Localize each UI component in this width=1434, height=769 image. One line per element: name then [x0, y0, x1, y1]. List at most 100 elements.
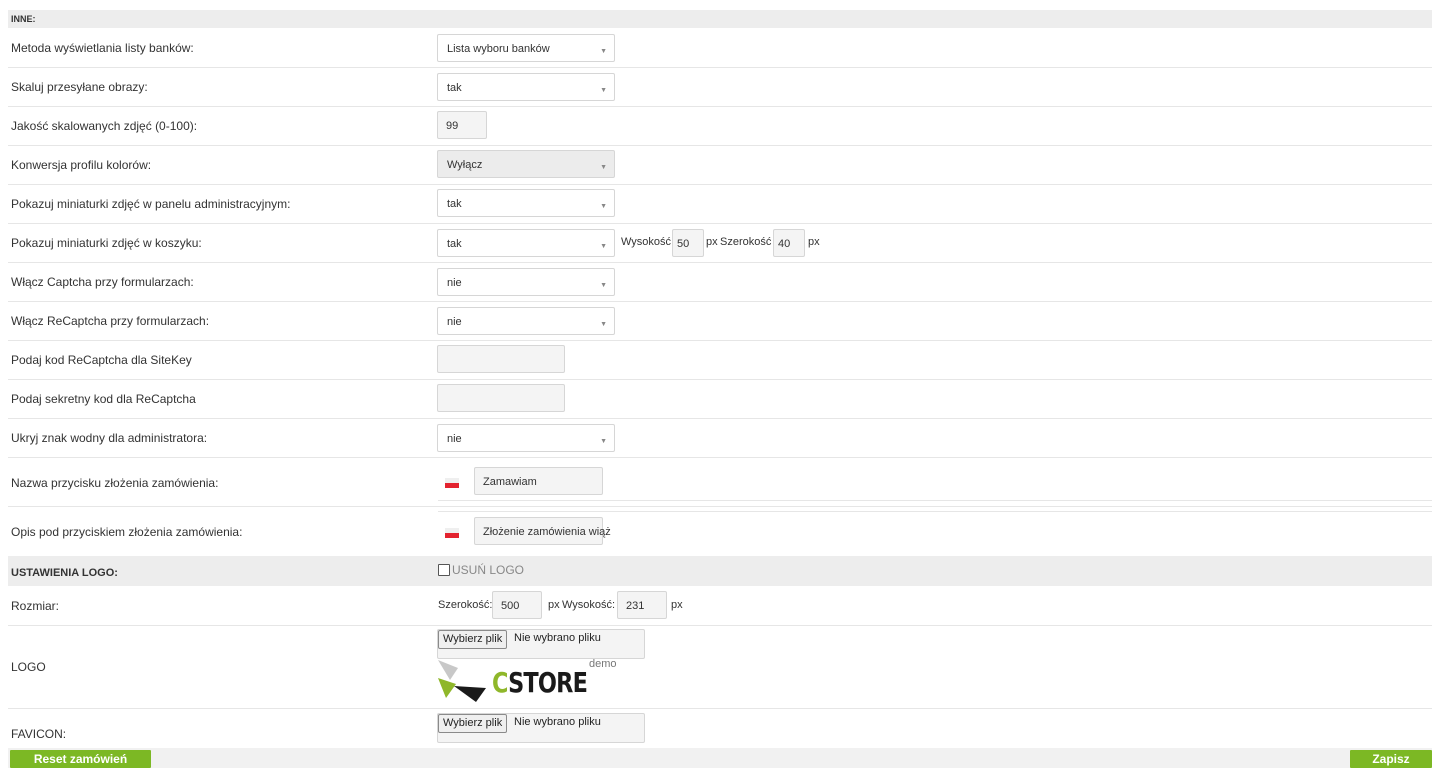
thumb-height-input[interactable]: 50	[672, 229, 704, 257]
recaptcha-secret-input[interactable]	[437, 384, 565, 412]
px-unit: px	[706, 236, 718, 248]
hide-watermark-select[interactable]: nie ▼	[437, 424, 615, 452]
recaptcha-select[interactable]: nie ▼	[437, 307, 615, 335]
input-value: 40	[778, 238, 791, 250]
setting-row-hide-watermark: Ukryj znak wodny dla administratora: nie…	[8, 419, 1432, 458]
divider	[438, 511, 1432, 512]
setting-row-recaptcha-sitekey: Podaj kod ReCaptcha dla SiteKey	[8, 341, 1432, 380]
px-unit: px	[808, 236, 820, 248]
input-value: 99	[446, 120, 459, 132]
setting-label: Podaj sekretny kod dla ReCaptcha	[11, 392, 196, 406]
select-value: Lista wyboru banków	[447, 43, 550, 55]
setting-label: Podaj kod ReCaptcha dla SiteKey	[11, 353, 192, 367]
input-value: Zamawiam	[483, 476, 537, 488]
select-value: tak	[447, 82, 462, 94]
setting-label: Konwersja profilu kolorów:	[11, 158, 152, 172]
scale-images-select[interactable]: tak ▼	[437, 73, 615, 101]
order-button-name-input[interactable]: Zamawiam	[474, 467, 603, 495]
logo-width-label: Szerokość:	[438, 599, 493, 611]
select-value: nie	[447, 316, 462, 328]
setting-row-order-button-name: Nazwa przycisku złożenia zamówienia: Zam…	[8, 458, 1432, 507]
setting-row-logo-size: Rozmiar: Szerokość: 500 px Wysokość: 231…	[8, 587, 1432, 626]
setting-row-order-description: Opis pod przyciskiem złożenia zamówienia…	[8, 507, 1432, 555]
store-logo-wordmark: CSTORE	[492, 666, 588, 699]
save-button[interactable]: Zapisz	[1350, 750, 1432, 768]
setting-label: Jakość skalowanych zdjęć (0-100):	[11, 119, 198, 133]
section-header-inne: INNE:	[8, 10, 1432, 28]
favicon-file-input[interactable]: Wybierz plik Nie wybrano pliku	[437, 713, 645, 743]
polish-flag-icon	[445, 528, 459, 538]
setting-label: Opis pod przyciskiem złożenia zamówienia…	[11, 525, 243, 539]
chevron-down-icon: ▼	[600, 321, 607, 328]
setting-row-bank-list-method: Metoda wyświetlania listy banków: Lista …	[8, 29, 1432, 68]
divider	[438, 500, 1432, 501]
input-value: 231	[626, 600, 645, 612]
chevron-down-icon: ▼	[600, 438, 607, 445]
section-title: USTAWIENIA LOGO:	[11, 567, 118, 579]
logo-height-input[interactable]: 231	[617, 591, 667, 619]
cart-thumbnails-select[interactable]: tak ▼	[437, 229, 615, 257]
logo-height-label: Wysokość:	[562, 599, 616, 611]
reset-orders-button[interactable]: Reset zamówień	[10, 750, 151, 768]
thumb-width-label: Szerokość	[720, 236, 772, 248]
setting-label: Nazwa przycisku złożenia zamówienia:	[11, 476, 219, 490]
section-header-logo: USTAWIENIA LOGO: USUŃ LOGO	[8, 556, 1432, 586]
image-quality-input[interactable]: 99	[437, 111, 487, 139]
bank-list-method-select[interactable]: Lista wyboru banków ▼	[437, 34, 615, 62]
remove-logo-label: USUŃ LOGO	[452, 563, 525, 577]
setting-row-admin-thumbnails: Pokazuj miniaturki zdjęć w panelu admini…	[8, 185, 1432, 224]
setting-row-color-profile: Konwersja profilu kolorów: Wyłącz ▼	[8, 146, 1432, 185]
polish-flag-icon	[445, 478, 459, 488]
chevron-down-icon: ▼	[600, 48, 607, 55]
select-value: Wyłącz	[447, 159, 483, 171]
checkbox-box[interactable]	[438, 564, 450, 576]
logo-width-input[interactable]: 500	[492, 591, 542, 619]
setting-row-recaptcha: Włącz ReCaptcha przy formularzach: nie ▼	[8, 302, 1432, 341]
store-logo-demo: demo	[589, 658, 617, 670]
setting-label: Pokazuj miniaturki zdjęć w koszyku:	[11, 236, 202, 250]
px-unit: px	[548, 599, 560, 611]
input-value: 500	[501, 600, 520, 612]
setting-label: LOGO	[11, 660, 46, 674]
choose-file-button[interactable]: Wybierz plik	[438, 630, 508, 649]
setting-label: Metoda wyświetlania listy banków:	[11, 41, 194, 55]
color-profile-select[interactable]: Wyłącz ▼	[437, 150, 615, 178]
setting-row-cart-thumbnails: Pokazuj miniaturki zdjęć w koszyku: tak …	[8, 224, 1432, 263]
file-status: Nie wybrano pliku	[514, 632, 601, 644]
select-value: tak	[447, 198, 462, 210]
chevron-down-icon: ▼	[600, 243, 607, 250]
remove-logo-checkbox[interactable]: USUŃ LOGO	[438, 563, 524, 577]
setting-row-image-quality: Jakość skalowanych zdjęć (0-100): 99	[8, 107, 1432, 146]
select-value: tak	[447, 238, 462, 250]
order-description-input[interactable]: Złożenie zamówienia wiąż	[474, 517, 611, 545]
px-unit: px	[671, 599, 683, 611]
footer-bar	[8, 748, 1432, 768]
select-value: nie	[447, 277, 462, 289]
store-logo-mark-icon	[438, 660, 486, 702]
setting-row-captcha: Włącz Captcha przy formularzach: nie ▼	[8, 263, 1432, 302]
choose-file-button[interactable]: Wybierz plik	[438, 714, 508, 733]
captcha-select[interactable]: nie ▼	[437, 268, 615, 296]
setting-label: Włącz Captcha przy formularzach:	[11, 275, 194, 289]
admin-thumbnails-select[interactable]: tak ▼	[437, 189, 615, 217]
thumb-width-input[interactable]: 40	[773, 229, 805, 257]
setting-label: Włącz ReCaptcha przy formularzach:	[11, 314, 210, 328]
setting-label: Skaluj przesyłane obrazy:	[11, 80, 148, 94]
thumb-height-label: Wysokość	[621, 236, 672, 248]
setting-label: FAVICON:	[11, 727, 67, 741]
chevron-down-icon: ▼	[600, 203, 607, 210]
section-title: INNE:	[11, 14, 36, 24]
setting-row-logo: LOGO Wybierz plik Nie wybrano pliku	[8, 626, 1432, 709]
chevron-down-icon: ▼	[600, 87, 607, 94]
input-value: 50	[677, 238, 690, 250]
chevron-down-icon: ▼	[600, 282, 607, 289]
file-status: Nie wybrano pliku	[514, 716, 601, 728]
setting-row-scale-images: Skaluj przesyłane obrazy: tak ▼	[8, 68, 1432, 107]
select-value: nie	[447, 433, 462, 445]
setting-label: Pokazuj miniaturki zdjęć w panelu admini…	[11, 197, 291, 211]
recaptcha-sitekey-input[interactable]	[437, 345, 565, 373]
chevron-down-icon: ▼	[600, 164, 607, 171]
setting-label: Ukryj znak wodny dla administratora:	[11, 431, 208, 445]
input-value: Złożenie zamówienia wiąż	[483, 526, 611, 538]
setting-row-recaptcha-secret: Podaj sekretny kod dla ReCaptcha	[8, 380, 1432, 419]
